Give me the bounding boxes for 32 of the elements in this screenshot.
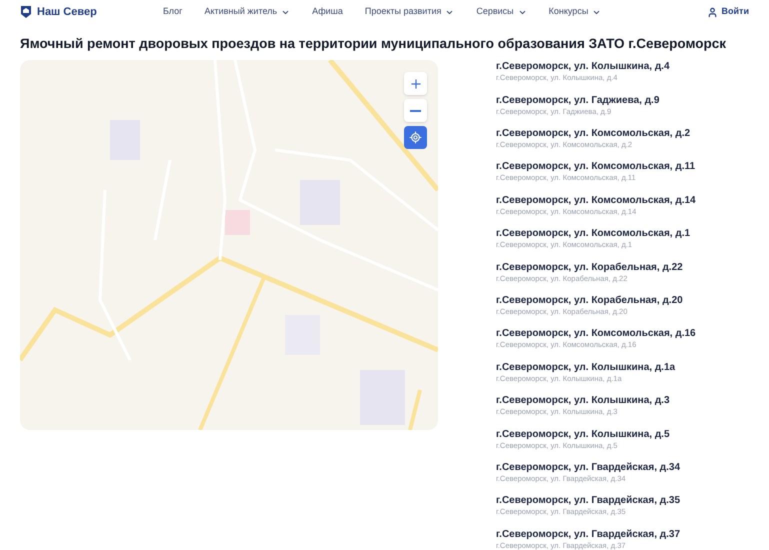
address-title[interactable]: г.Североморск, ул. Колышкина, д.5: [496, 428, 696, 441]
address-title[interactable]: г.Североморск, ул. Гаджиева, д.9: [496, 94, 696, 107]
logo-icon: [20, 5, 32, 19]
address-title[interactable]: г.Североморск, ул. Комсомольская, д.11: [496, 161, 696, 174]
zoom-out-button[interactable]: [404, 99, 427, 122]
minus-icon: [410, 110, 421, 112]
login-button[interactable]: Войти: [706, 5, 749, 19]
nav-link[interactable]: Сервисы: [476, 5, 527, 19]
nav-link[interactable]: Конкурсы: [548, 5, 602, 19]
address-title[interactable]: г.Североморск, ул. Корабельная, д.20: [496, 294, 696, 307]
locate-button[interactable]: [404, 126, 427, 150]
logo-text[interactable]: Наш Север: [37, 4, 97, 20]
user-icon: [706, 6, 718, 18]
address-title[interactable]: г.Североморск, ул. Гвардейская, д.35: [496, 495, 696, 508]
nav-link[interactable]: Афиша: [312, 5, 343, 19]
address-title[interactable]: г.Североморск, ул. Корабельная, д.22: [496, 262, 696, 274]
address-title[interactable]: г.Североморск, ул. Комсомольская, д.14: [496, 194, 696, 207]
address-title[interactable]: г.Североморск, ул. Гвардейская, д.34: [496, 462, 696, 474]
address-title[interactable]: г.Североморск, ул. Гвардейская, д.37: [496, 528, 696, 541]
nav-link[interactable]: Проекты развития: [364, 5, 454, 19]
address-title[interactable]: г.Североморск, ул. Комсомольская, д.16: [496, 328, 696, 340]
locate-icon: [409, 131, 422, 144]
address-title[interactable]: г.Североморск, ул. Колышкина, д.1а: [496, 362, 696, 374]
zoom-in-button[interactable]: [404, 72, 427, 96]
nav-link[interactable]: Активный житель: [204, 5, 290, 19]
address-title[interactable]: г.Североморск, ул. Колышкина, д.3: [496, 395, 696, 408]
address-title[interactable]: г.Североморск, ул. Комсомольская, д.2: [496, 128, 696, 140]
address-title[interactable]: г.Североморск, ул. Колышкина, д.4: [496, 61, 696, 74]
plus-icon: [408, 76, 422, 91]
address-title[interactable]: г.Североморск, ул. Комсомольская, д.1: [496, 228, 696, 240]
nav-link[interactable]: Блог: [163, 5, 182, 19]
page-title: Ямочный ремонт дворовых проездов на территории муниципального образования ЗАТО г.Североморск: [19, 35, 728, 53]
